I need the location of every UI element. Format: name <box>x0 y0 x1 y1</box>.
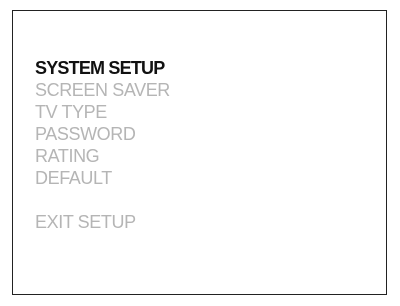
menu-item-system-setup[interactable]: SYSTEM SETUP <box>35 57 170 79</box>
menu-spacer <box>35 189 170 211</box>
menu-item-rating[interactable]: RATING <box>35 145 170 167</box>
setup-menu-frame: SYSTEM SETUP SCREEN SAVER TV TYPE PASSWO… <box>12 10 387 295</box>
menu-item-screen-saver[interactable]: SCREEN SAVER <box>35 79 170 101</box>
menu-item-password[interactable]: PASSWORD <box>35 123 170 145</box>
exit-setup-button[interactable]: EXIT SETUP <box>35 211 170 233</box>
setup-menu: SYSTEM SETUP SCREEN SAVER TV TYPE PASSWO… <box>35 57 170 233</box>
menu-item-tv-type[interactable]: TV TYPE <box>35 101 170 123</box>
menu-item-default[interactable]: DEFAULT <box>35 167 170 189</box>
